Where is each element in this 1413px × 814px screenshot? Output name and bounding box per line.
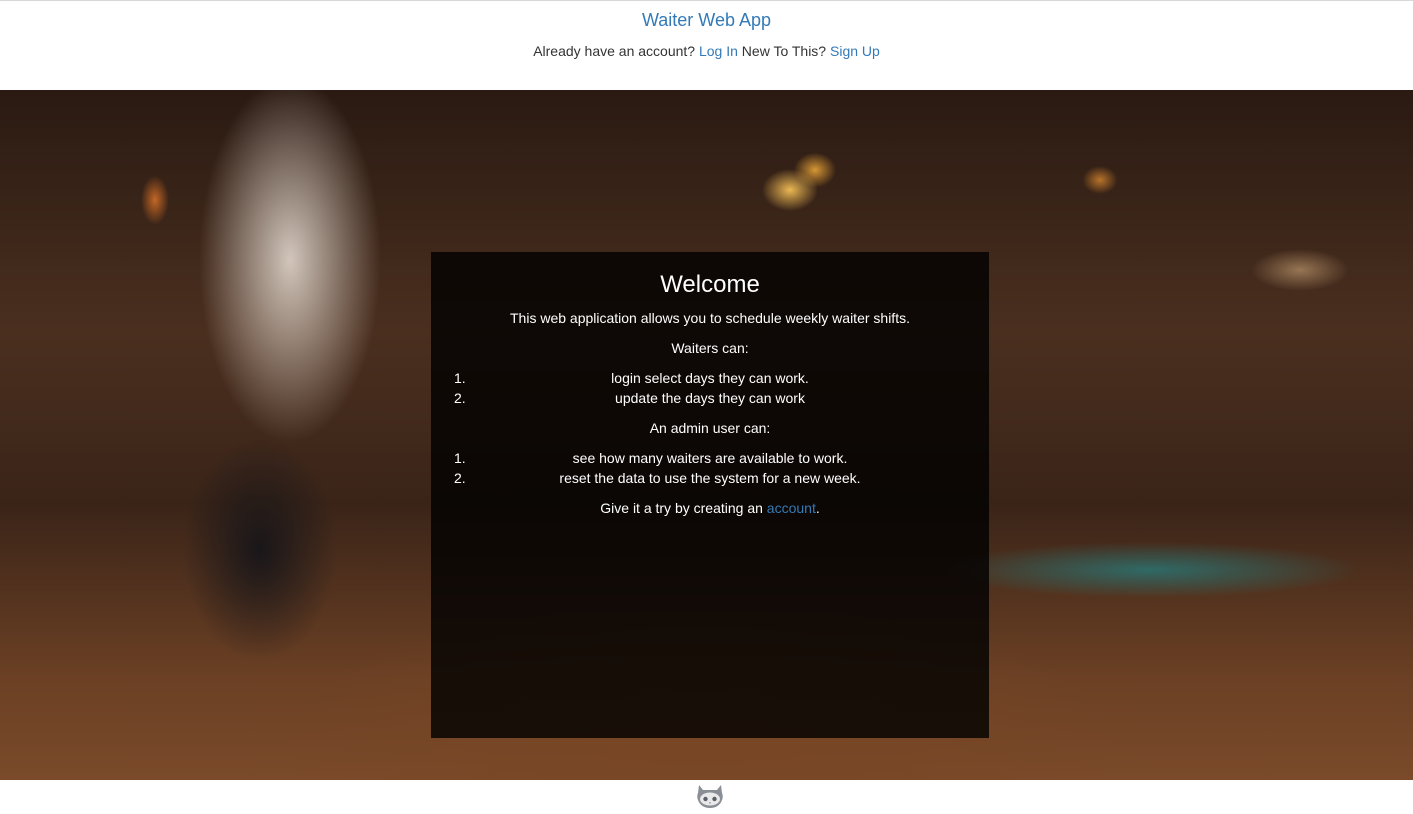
intro-text: This web application allows you to sched… [510, 310, 910, 326]
cta-text: Give it a try by creating an account. [431, 499, 989, 517]
list-item: 1. login select days they can work. [431, 369, 989, 389]
list-number: 1. [454, 370, 466, 386]
list-item-text: reset the data to use the system for a n… [559, 470, 861, 486]
login-link[interactable]: Log In [699, 43, 738, 59]
admin-heading: An admin user can: [649, 420, 771, 436]
list-item: 1. see how many waiters are available to… [431, 449, 989, 469]
account-link[interactable]: account [767, 500, 816, 516]
list-item-text: login select days they can work. [611, 370, 809, 386]
welcome-title: Welcome [660, 271, 760, 298]
admin-list: 1. see how many waiters are available to… [431, 449, 989, 489]
signup-link[interactable]: Sign Up [830, 43, 880, 59]
app-title-link[interactable]: Waiter Web App [0, 10, 1413, 30]
waiters-heading: Waiters can: [671, 340, 749, 356]
account-links: Already have an account? Log In New To T… [0, 42, 1413, 60]
new-prompt: New To This? [741, 43, 827, 59]
github-octocat-icon[interactable] [694, 781, 726, 809]
list-item: 2. reset the data to use the system for … [431, 469, 989, 489]
list-number: 1. [454, 450, 466, 466]
list-item: 2. update the days they can work [431, 389, 989, 409]
list-item-text: update the days they can work [615, 390, 805, 406]
welcome-panel: Welcome This web application allows you … [431, 252, 989, 738]
github-octocat-icon-svg [697, 785, 723, 808]
top-header: Waiter Web App Already have an account? … [0, 0, 1413, 90]
list-number: 2. [454, 470, 466, 486]
list-number: 2. [454, 390, 466, 406]
account-prompt: Already have an account? [533, 43, 696, 59]
cta-suffix: . [815, 500, 820, 516]
hero-background-image: Welcome This web application allows you … [0, 90, 1413, 780]
waiters-list: 1. login select days they can work. 2. u… [431, 369, 989, 409]
list-item-text: see how many waiters are available to wo… [572, 450, 848, 466]
cta-prefix: Give it a try by creating an [600, 500, 763, 516]
